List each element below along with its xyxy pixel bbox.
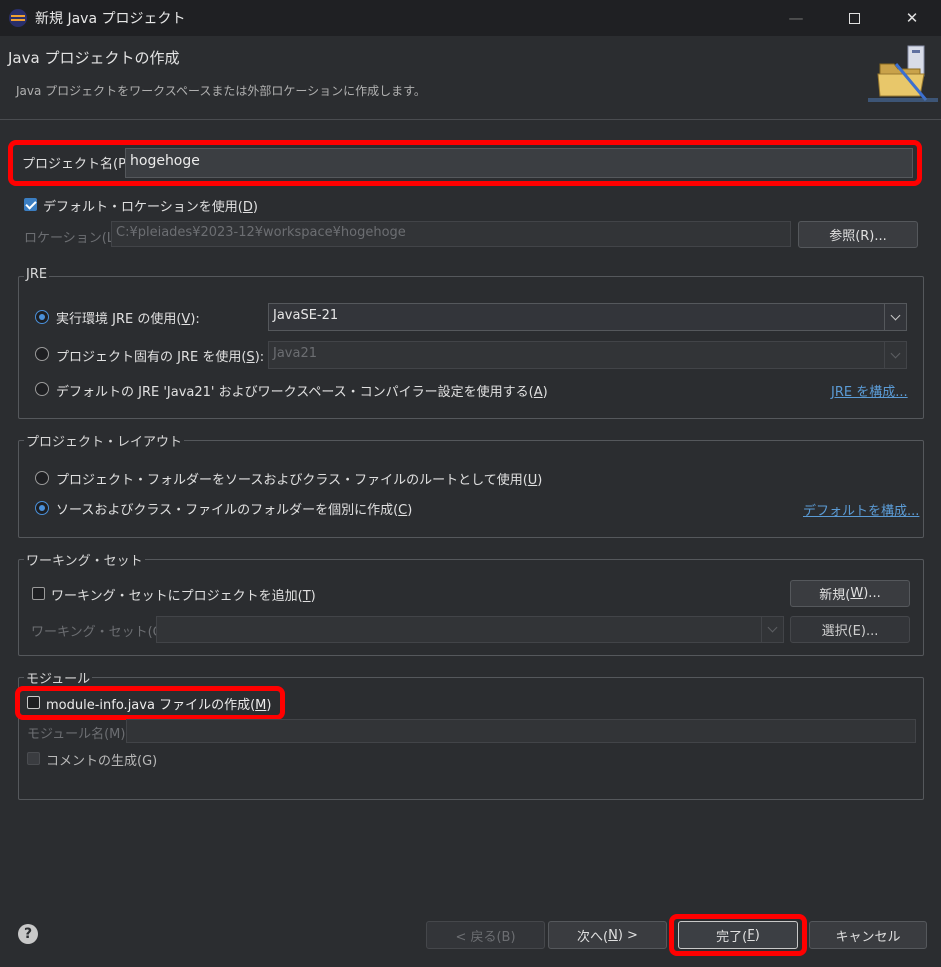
maximize-button[interactable] [825, 0, 883, 36]
location-path-field: C:¥pleiades¥2023-12¥workspace¥hogehoge [111, 221, 791, 247]
jre-execution-env-label: 実行環境 JRE の使用(V): [56, 312, 200, 327]
project-layout-group [18, 440, 924, 538]
project-name-label: プロジェクト名(P): [22, 157, 136, 172]
chevron-down-icon [884, 342, 906, 368]
new-working-set-button[interactable]: 新規(W)... [790, 580, 910, 607]
minimize-button[interactable]: — [767, 0, 825, 36]
layout-separate-label: ソースおよびクラス・ファイルのフォルダーを個別に作成(C) [56, 503, 413, 518]
jre-project-specific-radio[interactable] [35, 347, 49, 361]
finish-button[interactable]: 完了(F) [678, 921, 798, 949]
jre-default-label: デフォルトの JRE 'Java21' およびワークスペース・コンパイラー設定を… [56, 385, 548, 400]
eclipse-app-icon [9, 9, 27, 27]
maximize-icon [848, 12, 860, 24]
next-button[interactable]: 次へ(N) > [548, 921, 667, 949]
generate-comments-label: コメントの生成(G) [46, 754, 158, 769]
add-to-working-set-checkbox[interactable] [32, 587, 45, 600]
project-layout-group-title: プロジェクト・レイアウト [24, 431, 185, 450]
folder-wizard-icon [868, 45, 938, 102]
working-set-group-title: ワーキング・セット [24, 550, 145, 569]
jre-project-specific-label: プロジェクト固有の JRE を使用(S): [56, 350, 265, 365]
chevron-down-icon [884, 304, 906, 330]
configure-jre-link[interactable]: JRE を構成... [831, 381, 908, 400]
browse-button[interactable]: 参照(R)... [798, 221, 918, 248]
close-button[interactable]: ✕ [883, 0, 941, 36]
module-name-field [126, 719, 916, 743]
module-group-title: モジュール [24, 668, 93, 687]
generate-comments-checkbox [27, 752, 40, 765]
project-jre-select: Java21 [268, 341, 907, 369]
help-icon[interactable]: ? [18, 924, 38, 944]
page-title: Java プロジェクトの作成 [8, 49, 180, 67]
location-label: ロケーション(L): [24, 231, 124, 246]
jre-default-radio[interactable] [35, 382, 49, 396]
execution-env-select[interactable]: JavaSE-21 [268, 303, 907, 331]
layout-separate-radio[interactable] [35, 501, 49, 515]
window-title: 新規 Java プロジェクト [35, 11, 186, 27]
jre-group-title: JRE [24, 267, 50, 282]
page-description: Java プロジェクトをワークスペースまたは外部ロケーションに作成します。 [16, 84, 426, 98]
working-set-select [156, 616, 784, 643]
layout-root-radio[interactable] [35, 471, 49, 485]
back-button: < 戻る(B) [426, 921, 545, 949]
create-module-info-label: module-info.java ファイルの作成(M) [46, 698, 272, 713]
add-to-working-set-label: ワーキング・セットにプロジェクトを追加(T) [51, 589, 316, 604]
working-set-field-label: ワーキング・セット(O): [31, 625, 173, 640]
header-divider [0, 119, 941, 120]
use-default-location-label: デフォルト・ロケーションを使用(D) [43, 200, 258, 215]
create-module-info-checkbox[interactable] [27, 696, 40, 709]
project-name-input[interactable]: hogehoge [125, 148, 913, 178]
select-working-set-button[interactable]: 選択(E)... [790, 616, 910, 643]
use-default-location-checkbox[interactable] [24, 198, 37, 211]
configure-default-link[interactable]: デフォルトを構成... [803, 500, 919, 519]
layout-root-label: プロジェクト・フォルダーをソースおよびクラス・ファイルのルートとして使用(U) [56, 473, 543, 488]
chevron-down-icon [761, 617, 783, 642]
module-name-label: モジュール名(M): [27, 727, 130, 742]
cancel-button[interactable]: キャンセル [809, 921, 927, 949]
jre-execution-env-radio[interactable] [35, 310, 49, 324]
